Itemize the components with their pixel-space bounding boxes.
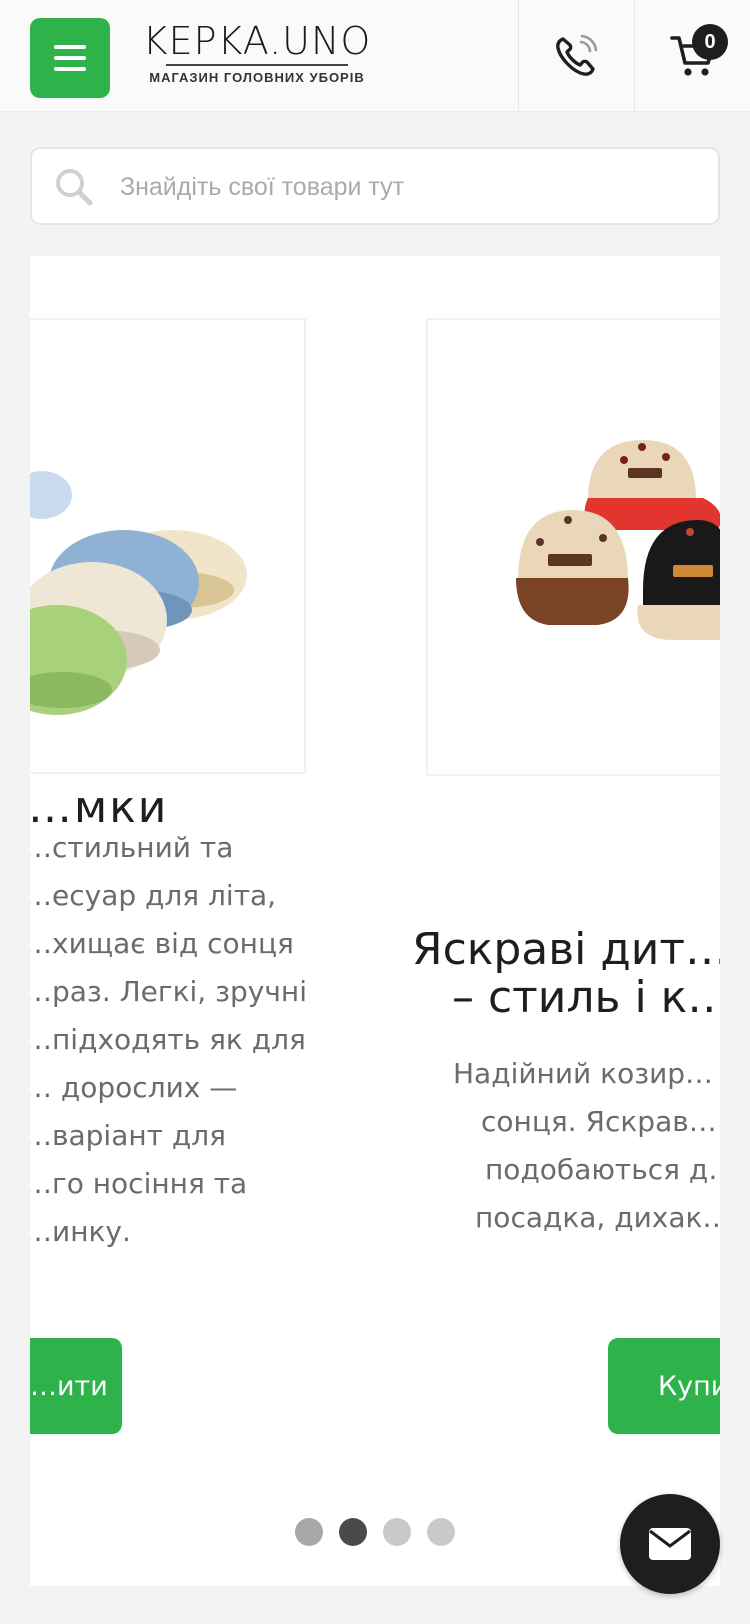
slider-dot[interactable]: [295, 1518, 323, 1546]
contact-mail-button[interactable]: [620, 1494, 720, 1594]
mail-icon: [649, 1528, 691, 1560]
cart-button[interactable]: [635, 0, 750, 112]
logo-title: KEPKA.UNO: [142, 19, 372, 63]
search-bar[interactable]: [30, 147, 720, 225]
kids-caps-image: [428, 320, 720, 774]
slide-description: …стильний та …есуар для літа, …хищає від…: [30, 831, 307, 1248]
logo-underline: [166, 64, 348, 66]
slider-dot[interactable]: [427, 1518, 455, 1546]
phone-button[interactable]: [518, 0, 634, 112]
slide-image[interactable]: [30, 318, 306, 774]
logo-subtitle: МАГАЗИН ГОЛОВНИХ УБОРІВ: [149, 70, 365, 85]
slide-image[interactable]: [426, 318, 720, 776]
search-input[interactable]: [120, 167, 700, 207]
slider-dot-active[interactable]: [339, 1518, 367, 1546]
slide-title: Яскраві дит… – стиль і к…: [412, 924, 720, 1024]
phone-icon: [556, 34, 598, 76]
slide-description: Надійний козир… сонця. Яскрав… подобають…: [453, 1057, 720, 1234]
buy-button[interactable]: …ити: [30, 1338, 122, 1434]
product-slider[interactable]: …мки …стильний та …есуар для літа, …хища…: [30, 256, 720, 1586]
menu-button[interactable]: [30, 18, 110, 98]
buy-button[interactable]: Купи…: [608, 1338, 720, 1434]
cart-count-badge: 0: [692, 24, 728, 60]
bucket-hats-image: [30, 320, 247, 772]
slider-dot[interactable]: [383, 1518, 411, 1546]
slider-pagination: [30, 1518, 720, 1546]
site-header: KEPKA.UNO МАГАЗИН ГОЛОВНИХ УБОРІВ 0: [0, 0, 750, 112]
search-icon: [56, 169, 93, 206]
hamburger-icon: [54, 45, 86, 49]
site-logo[interactable]: KEPKA.UNO МАГАЗИН ГОЛОВНИХ УБОРІВ: [138, 22, 376, 85]
